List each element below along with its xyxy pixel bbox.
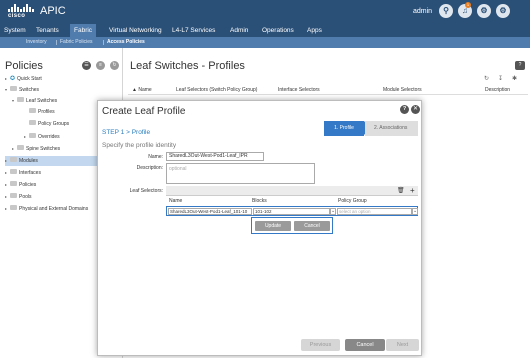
name-field[interactable]: SharedL3Out-West-Pod1-Leaf_IPR bbox=[166, 152, 264, 161]
folder-icon bbox=[10, 193, 17, 199]
folder-icon bbox=[10, 169, 17, 175]
next-button[interactable]: Next bbox=[386, 339, 419, 351]
cancel-button[interactable]: Cancel bbox=[345, 339, 385, 351]
tools-icon[interactable]: ✱ bbox=[512, 75, 517, 82]
subtab-fabric-policies[interactable]: Fabric Policies bbox=[60, 37, 93, 48]
create-leaf-profile-dialog: Create Leaf Profile ? ✕ STEP 1 > Profile… bbox=[97, 100, 422, 356]
folder-icon bbox=[29, 108, 36, 114]
column-policy-group: Policy Group bbox=[338, 198, 367, 204]
profiles-table-header: ▲ Name Leaf Selectors (Switch Policy Gro… bbox=[128, 85, 528, 95]
cisco-logo: cisco bbox=[6, 3, 36, 21]
main-nav: System Tenants Fabric Virtual Networking… bbox=[0, 24, 530, 37]
subnav-divider bbox=[56, 40, 57, 45]
expand-all-icon[interactable]: ☰ bbox=[82, 61, 91, 70]
wizard-step-associations: 2. Associations bbox=[365, 121, 418, 136]
top-header: cisco APIC admin ⚲ ♫ 1 ⚙ ⚙ bbox=[0, 0, 530, 24]
column-blocks: Blocks bbox=[252, 198, 267, 204]
column-description[interactable]: Description bbox=[485, 87, 510, 93]
row-action-popover: Update Cancel bbox=[251, 217, 333, 234]
selector-blocks-input[interactable]: 101-102 bbox=[253, 208, 330, 215]
tab-system[interactable]: System bbox=[4, 24, 26, 37]
tab-admin[interactable]: Admin bbox=[230, 24, 248, 37]
column-name[interactable]: ▲ Name bbox=[132, 87, 152, 93]
close-icon[interactable]: ✕ bbox=[411, 105, 420, 114]
column-module-selectors[interactable]: Module Selectors bbox=[383, 87, 422, 93]
folder-icon bbox=[29, 133, 36, 139]
gear-icon[interactable]: ⚙ bbox=[496, 4, 510, 18]
add-icon[interactable]: + bbox=[410, 186, 415, 195]
tree-item-policy-groups[interactable]: Policy Groups bbox=[24, 120, 69, 129]
step-title: STEP 1 > Profile bbox=[102, 129, 151, 136]
subtab-inventory[interactable]: Inventory bbox=[26, 37, 47, 48]
subtab-access-policies[interactable]: Access Policies bbox=[107, 37, 145, 48]
tree-item-quick-start[interactable]: ▸ ✪ Quick Start bbox=[5, 74, 42, 83]
folder-icon bbox=[29, 120, 36, 126]
tab-tenants[interactable]: Tenants bbox=[36, 24, 59, 37]
policy-group-select[interactable]: select an option bbox=[337, 208, 412, 215]
tree-item-physical-external-domains[interactable]: ▸ Physical and External Domains bbox=[5, 204, 88, 213]
leaf-selectors-header: Name Blocks Policy Group bbox=[166, 196, 418, 205]
help-icon[interactable]: ? bbox=[515, 61, 525, 70]
collapse-icon[interactable]: ≡ bbox=[96, 61, 105, 70]
tree-item-pools[interactable]: ▸ Pools bbox=[5, 192, 32, 201]
name-label: Name: bbox=[148, 154, 163, 160]
leaf-selector-edit-row: SharedL3Out-West-Pod1-Leaf_101-10 101-10… bbox=[166, 206, 418, 216]
download-icon[interactable]: ↧ bbox=[498, 75, 503, 82]
tree-item-overrides[interactable]: ▸ Overrides bbox=[24, 132, 60, 141]
wizard-steps: 1. Profile 2. Associations bbox=[324, 121, 418, 136]
folder-icon bbox=[17, 97, 24, 103]
cancel-row-button[interactable]: Cancel bbox=[294, 221, 330, 231]
description-field[interactable]: optional bbox=[166, 163, 315, 184]
refresh-icon[interactable]: ↻ bbox=[484, 75, 489, 82]
tree-item-policies[interactable]: ▸ Policies bbox=[5, 180, 36, 189]
folder-icon bbox=[10, 181, 17, 187]
tab-operations[interactable]: Operations bbox=[262, 24, 294, 37]
update-button[interactable]: Update bbox=[255, 221, 291, 231]
refresh-icon[interactable]: ↻ bbox=[110, 61, 119, 70]
page-title: Leaf Switches - Profiles bbox=[130, 60, 245, 72]
quick-start-icon: ✪ bbox=[10, 76, 16, 82]
tree-item-spine-switches[interactable]: ▸ Spine Switches bbox=[12, 144, 60, 153]
trash-icon[interactable]: 🗑 bbox=[397, 187, 405, 194]
app-title: APIC bbox=[40, 5, 66, 17]
tree-item-interfaces[interactable]: ▸ Interfaces bbox=[5, 168, 41, 177]
chevron-down-icon[interactable]: ⌄ bbox=[412, 208, 418, 215]
tab-l4-l7-services[interactable]: L4-L7 Services bbox=[172, 24, 215, 37]
notification-badge: 1 bbox=[465, 2, 471, 8]
sub-nav: Inventory Fabric Policies Access Policie… bbox=[0, 37, 530, 48]
tree-item-profiles[interactable]: Profiles bbox=[24, 108, 55, 117]
leaf-selectors-label: Leaf Selectors: bbox=[129, 188, 163, 194]
tab-fabric[interactable]: Fabric bbox=[70, 24, 97, 37]
folder-icon bbox=[10, 86, 17, 92]
description-label: Description: bbox=[136, 165, 163, 171]
previous-button[interactable]: Previous bbox=[301, 339, 340, 351]
tree-item-leaf-switches[interactable]: ▾ Leaf Switches bbox=[12, 96, 57, 105]
folder-icon bbox=[17, 145, 24, 151]
settings-icon[interactable]: ⚙ bbox=[477, 4, 491, 18]
dialog-title: Create Leaf Profile bbox=[102, 106, 186, 117]
left-pane-title: Policies bbox=[5, 60, 43, 72]
wizard-step-profile: 1. Profile bbox=[324, 121, 370, 136]
folder-icon bbox=[10, 157, 17, 163]
tree-item-switches[interactable]: ▾ Switches bbox=[5, 85, 39, 94]
dialog-subtitle: Specify the profile identity bbox=[102, 142, 177, 149]
tree-item-modules[interactable]: ▸ Modules bbox=[5, 156, 38, 165]
column-interface-selectors[interactable]: Interface Selectors bbox=[278, 87, 320, 93]
leaf-selectors-toolbar: 🗑 + bbox=[166, 186, 418, 196]
column-name: Name bbox=[169, 198, 183, 204]
folder-icon bbox=[10, 205, 17, 211]
logo-text: cisco bbox=[8, 13, 26, 19]
chevron-down-icon[interactable]: ⌄ bbox=[330, 208, 336, 215]
column-leaf-selectors[interactable]: Leaf Selectors (Switch Policy Group) bbox=[176, 87, 257, 93]
selector-name-input[interactable]: SharedL3Out-West-Pod1-Leaf_101-10 bbox=[168, 208, 252, 215]
subnav-divider bbox=[103, 40, 104, 45]
search-icon[interactable]: ⚲ bbox=[439, 4, 453, 18]
tab-apps[interactable]: Apps bbox=[307, 24, 322, 37]
user-menu[interactable]: admin bbox=[413, 8, 432, 15]
help-icon[interactable]: ? bbox=[400, 105, 409, 114]
tab-virtual-networking[interactable]: Virtual Networking bbox=[109, 24, 162, 37]
